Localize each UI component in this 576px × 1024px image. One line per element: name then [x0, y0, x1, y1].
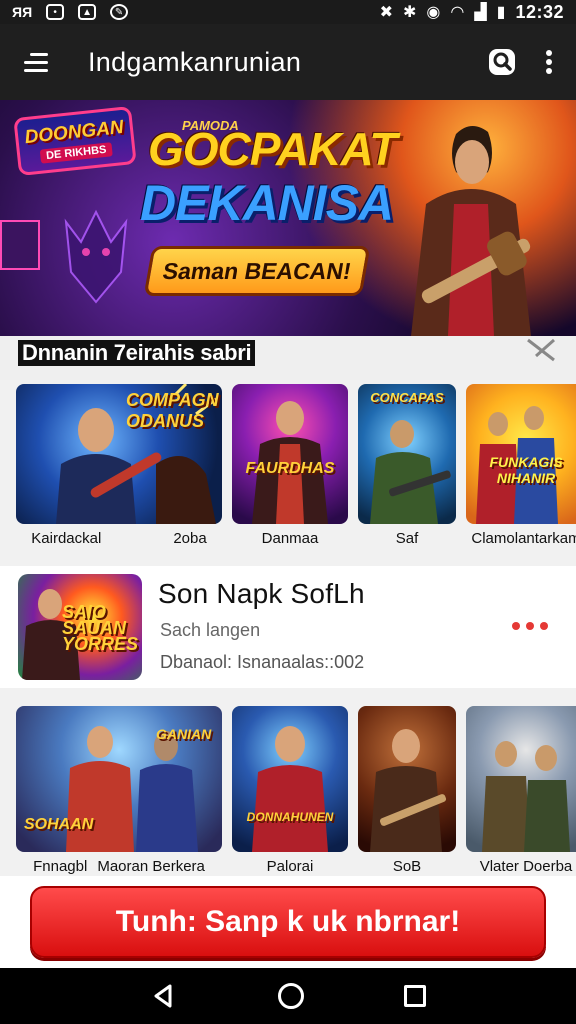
featured-thumb-text: SAIO SAUAN YORRES	[62, 602, 139, 654]
game-thumbnail	[466, 706, 576, 852]
game-thumbnail: CONCAPAS	[358, 384, 456, 524]
close-icon[interactable]	[524, 336, 558, 362]
game-thumbnail: COMPAGN ODANUS	[16, 384, 222, 524]
featured-title: Son Napk SofLh	[158, 578, 365, 609]
game-thumbnail: SOHAAN GANIAN	[16, 706, 222, 852]
cta-area: Tunh: Sanp k uk nbrnar!	[0, 876, 576, 968]
game-card[interactable]: FUNKAGIS NIHANIR Clamolantarkam	[466, 384, 576, 547]
featured-thumbnail[interactable]: SAIO SAUAN YORRES	[18, 574, 142, 680]
card-label: Clamolantarkam	[471, 530, 576, 547]
hero-title-line1: GOCPAKAT	[148, 123, 397, 175]
status-time: 12:32	[515, 1, 564, 22]
game-card[interactable]: Vlater Doerba	[466, 706, 576, 875]
card-label: Saf	[395, 530, 419, 547]
game-thumbnail: FUNKAGIS NIHANIR	[466, 384, 576, 524]
location-icon: ◉	[426, 4, 441, 21]
card-label: Danmaa	[261, 530, 319, 547]
recent-apps-icon[interactable]	[404, 985, 426, 1007]
card-label: Fnnagbl	[33, 858, 88, 875]
card-label: 2oba	[173, 530, 207, 547]
game-card[interactable]: FAURDHAS Danmaa	[232, 384, 348, 547]
hero-cta-button[interactable]: Saman BEACAN!	[143, 246, 371, 296]
featured-meta: Dbanaol: Isnanaalas::002	[160, 652, 365, 672]
game-card[interactable]: SOHAAN GANIAN Fnnagbl Maoran Berkera	[16, 706, 222, 875]
bluetooth-icon: ✱	[402, 4, 417, 21]
featured-subtitle: Sach langen	[160, 620, 261, 640]
app-actions	[488, 48, 552, 76]
image-notification-icon: ▲	[78, 4, 97, 20]
game-card[interactable]: CONCAPAS Saf	[358, 384, 456, 547]
cell-signal-icon: ▟	[474, 4, 487, 21]
card-art-text: SOHAAN	[24, 816, 94, 833]
game-thumbnail: FAURDHAS	[232, 384, 348, 524]
card-label: SoB	[392, 858, 422, 875]
game-card[interactable]: DONNAHUNEN Palorai	[232, 706, 348, 875]
screen: ЯЯ • ▲ ✎ ✖ ✱ ◉ ◠ ▟ ▮ 12:32 Indgamkanruni…	[0, 0, 576, 1024]
card-label-pair: Fnnagbl Maoran Berkera	[33, 858, 205, 875]
status-right: ✖ ✱ ◉ ◠ ▟ ▮ 12:32	[380, 2, 564, 23]
menu-icon[interactable]	[24, 48, 52, 76]
hero-title-line2: DEKANISA	[140, 175, 394, 231]
wifi-icon: ◠	[450, 4, 465, 21]
gunslinger-art	[370, 729, 447, 852]
hero-character-illustration	[411, 125, 531, 336]
chat-notification-icon: ✎	[110, 4, 129, 20]
app-title: Indgamkanrunian	[88, 46, 302, 77]
hero-arcade-screens	[0, 220, 40, 270]
featured-list-item[interactable]: SAIO SAUAN YORRES Son Napk SofLh Sach la…	[0, 566, 576, 688]
fighter-art	[252, 401, 328, 524]
card-label: Maoran Berkera	[97, 858, 205, 875]
game-card[interactable]: SoB	[358, 706, 456, 875]
app-bar: Indgamkanrunian	[0, 24, 576, 100]
card-label: Palorai	[266, 858, 314, 875]
game-thumbnail: DONNAHUNEN	[232, 706, 348, 852]
card-label: Kairdackal	[31, 530, 102, 547]
status-left: ЯЯ • ▲ ✎	[12, 4, 129, 20]
card-art-text: FUNKAGIS NIHANIR	[489, 454, 563, 486]
game-card[interactable]: COMPAGN ODANUS Kairdackal 2oba	[16, 384, 222, 547]
more-dots-icon[interactable]	[512, 622, 552, 634]
card-art-text: DONNAHUNEN	[246, 810, 334, 824]
card-label: Vlater Doerba	[479, 858, 573, 875]
hero-portrait-art	[252, 726, 328, 852]
signal-label-icon: ЯЯ	[12, 4, 33, 20]
squad-art	[482, 741, 570, 852]
hero-game-logo: DOONGAN DE RIKHBS	[13, 105, 137, 177]
card-label-pair: Kairdackal 2oba	[31, 530, 206, 547]
soldier-art	[370, 420, 451, 524]
card-art-text: GANIAN	[156, 726, 212, 742]
search-icon[interactable]	[488, 48, 516, 76]
status-bar: ЯЯ • ▲ ✎ ✖ ✱ ◉ ◠ ▟ ▮ 12:32	[0, 0, 576, 24]
game-thumbnail	[358, 706, 456, 852]
section-header: Dnnanin 7eirahis sabri	[0, 336, 576, 380]
game-row-2: SOHAAN GANIAN Fnnagbl Maoran Berkera DON…	[0, 706, 576, 875]
section-title: Dnnanin 7eirahis sabri	[18, 340, 256, 366]
card-art-text: CONCAPAS	[370, 390, 444, 405]
home-icon[interactable]	[278, 983, 304, 1009]
battery-icon: ▮	[496, 4, 506, 21]
card-art-text: COMPAGN ODANUS	[126, 390, 219, 431]
more-options-icon[interactable]	[546, 50, 552, 74]
mute-icon: ✖	[379, 4, 393, 21]
battery-status-icon: •	[46, 4, 65, 20]
system-nav-bar	[0, 968, 576, 1024]
back-icon[interactable]	[150, 982, 178, 1010]
primary-cta-button[interactable]: Tunh: Sanp k uk nbrnar!	[30, 886, 546, 958]
card-art-text: FAURDHAS	[245, 460, 335, 477]
hero-banner[interactable]: DOONGAN DE RIKHBS PAMODA GOCPAKAT DEKANI…	[0, 100, 576, 336]
game-row-1: COMPAGN ODANUS Kairdackal 2oba FAURDHAS …	[0, 384, 576, 547]
demon-illustration	[64, 209, 128, 304]
